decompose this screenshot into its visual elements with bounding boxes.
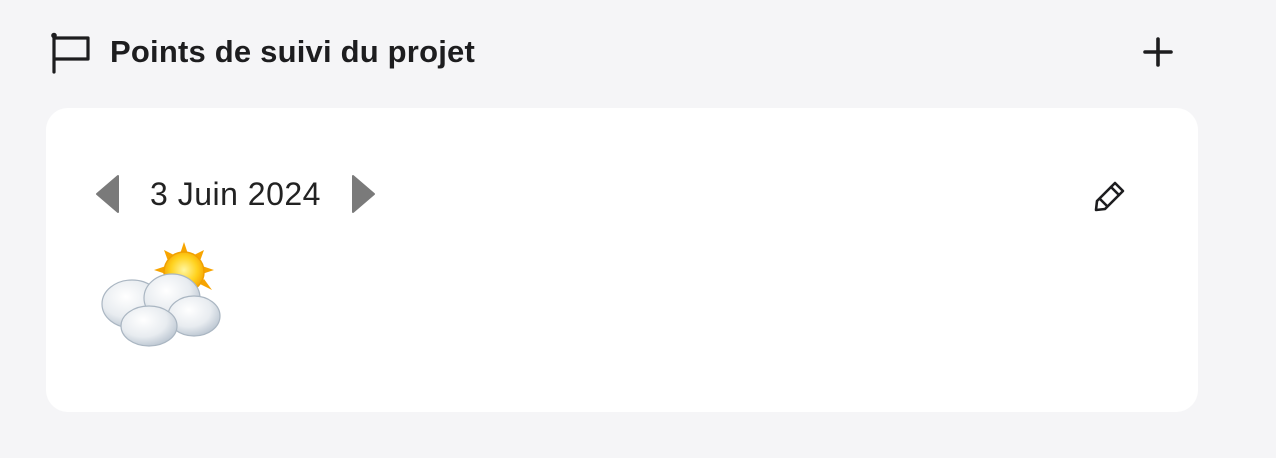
edit-button[interactable] (1090, 176, 1130, 216)
add-button[interactable] (1138, 32, 1178, 72)
tracking-point-card: 3 Juin 2024 (46, 108, 1198, 412)
previous-date-button[interactable] (94, 174, 120, 214)
triangle-right-icon (351, 175, 375, 213)
flag-icon (48, 30, 92, 74)
current-date: 3 Juin 2024 (150, 175, 321, 212)
section-header: Points de suivi du projet (48, 30, 1178, 74)
triangle-left-icon (96, 175, 119, 213)
date-navigator: 3 Juin 2024 (94, 172, 377, 216)
plus-icon (1143, 37, 1173, 67)
sun-behind-cloud-icon (94, 242, 226, 352)
next-date-button[interactable] (351, 174, 377, 214)
page-title: Points de suivi du projet (110, 34, 475, 69)
pencil-icon (1094, 181, 1125, 212)
